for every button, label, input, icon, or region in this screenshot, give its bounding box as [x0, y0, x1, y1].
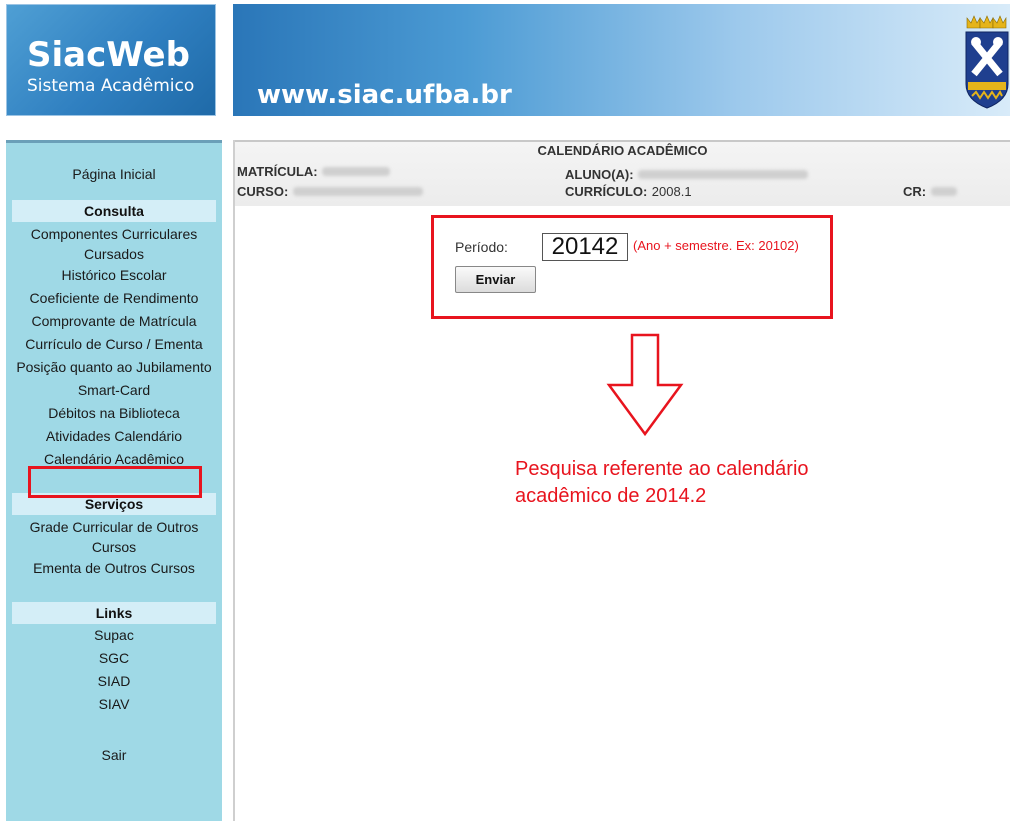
periodo-label: Período: [455, 239, 508, 255]
sidebar-item-comprovante-matricula[interactable]: Comprovante de Matrícula [6, 310, 222, 333]
annotation-text: Pesquisa referente ao calendário acadêmi… [515, 458, 809, 507]
enviar-button[interactable]: Enviar [455, 266, 536, 293]
curriculo-value: 2008.1 [651, 184, 692, 199]
aluno-label: ALUNO(A): [565, 167, 634, 182]
periodo-hint: (Ano + semestre. Ex: 20102) [633, 238, 799, 253]
curso-label: CURSO: [237, 184, 289, 199]
periodo-input[interactable] [542, 233, 628, 261]
sidebar-heading-consulta: Consulta [12, 200, 216, 222]
sidebar-item-sair[interactable]: Sair [6, 744, 222, 767]
student-info-bar: CALENDÁRIO ACADÊMICO MATRÍCULA: ALUNO(A)… [235, 140, 1010, 206]
logo-title: SiacWeb [27, 35, 190, 75]
curso-value-redacted [292, 187, 423, 197]
sidebar-item-atividades-calendario[interactable]: Atividades Calendário [6, 425, 222, 448]
sidebar-item-grade-outros-cursos[interactable]: Grade Curricular de Outros Cursos [6, 515, 222, 557]
sidebar-item-home[interactable]: Página Inicial [6, 163, 222, 186]
main-content: CALENDÁRIO ACADÊMICO MATRÍCULA: ALUNO(A)… [233, 140, 1010, 821]
header-banner: www.siac.ufba.br [233, 4, 1010, 116]
page-title: CALENDÁRIO ACADÊMICO [537, 143, 708, 158]
siacweb-logo: SiacWeb Sistema Acadêmico [6, 4, 216, 116]
matricula-label: MATRÍCULA: [237, 164, 318, 179]
site-url: www.siac.ufba.br [257, 80, 512, 110]
arrow-down-icon [606, 333, 684, 437]
sidebar-heading-links: Links [12, 602, 216, 624]
sidebar-item-ementa-outros-cursos[interactable]: Ementa de Outros Cursos [6, 557, 222, 580]
matricula-value-redacted [322, 167, 391, 177]
periodo-form: Período: (Ano + semestre. Ex: 20102) Env… [431, 215, 833, 319]
sidebar-item-componentes-curriculares[interactable]: Componentes Curriculares Cursados [6, 222, 222, 264]
aluno-value-redacted [638, 170, 809, 180]
sidebar-item-siad[interactable]: SIAD [6, 670, 222, 693]
sidebar-item-debitos-biblioteca[interactable]: Débitos na Biblioteca [6, 402, 222, 425]
sidebar-item-siav[interactable]: SIAV [6, 693, 222, 716]
sidebar-item-smart-card[interactable]: Smart-Card [6, 379, 222, 402]
sidebar-item-historico-escolar[interactable]: Histórico Escolar [6, 264, 222, 287]
sidebar-item-jubilamento[interactable]: Posição quanto ao Jubilamento [6, 356, 222, 379]
curriculo-label: CURRÍCULO: [565, 184, 648, 199]
cr-label: CR: [903, 184, 927, 199]
sidebar-highlight-box [28, 466, 202, 498]
cr-value-redacted [930, 187, 957, 197]
sidebar-item-supac[interactable]: Supac [6, 624, 222, 647]
ufba-crest-icon [965, 15, 1009, 109]
sidebar-item-sgc[interactable]: SGC [6, 647, 222, 670]
sidebar-item-coeficiente-rendimento[interactable]: Coeficiente de Rendimento [6, 287, 222, 310]
logo-subtitle: Sistema Acadêmico [27, 76, 195, 96]
sidebar-item-curriculo-ementa[interactable]: Currículo de Curso / Ementa [6, 333, 222, 356]
